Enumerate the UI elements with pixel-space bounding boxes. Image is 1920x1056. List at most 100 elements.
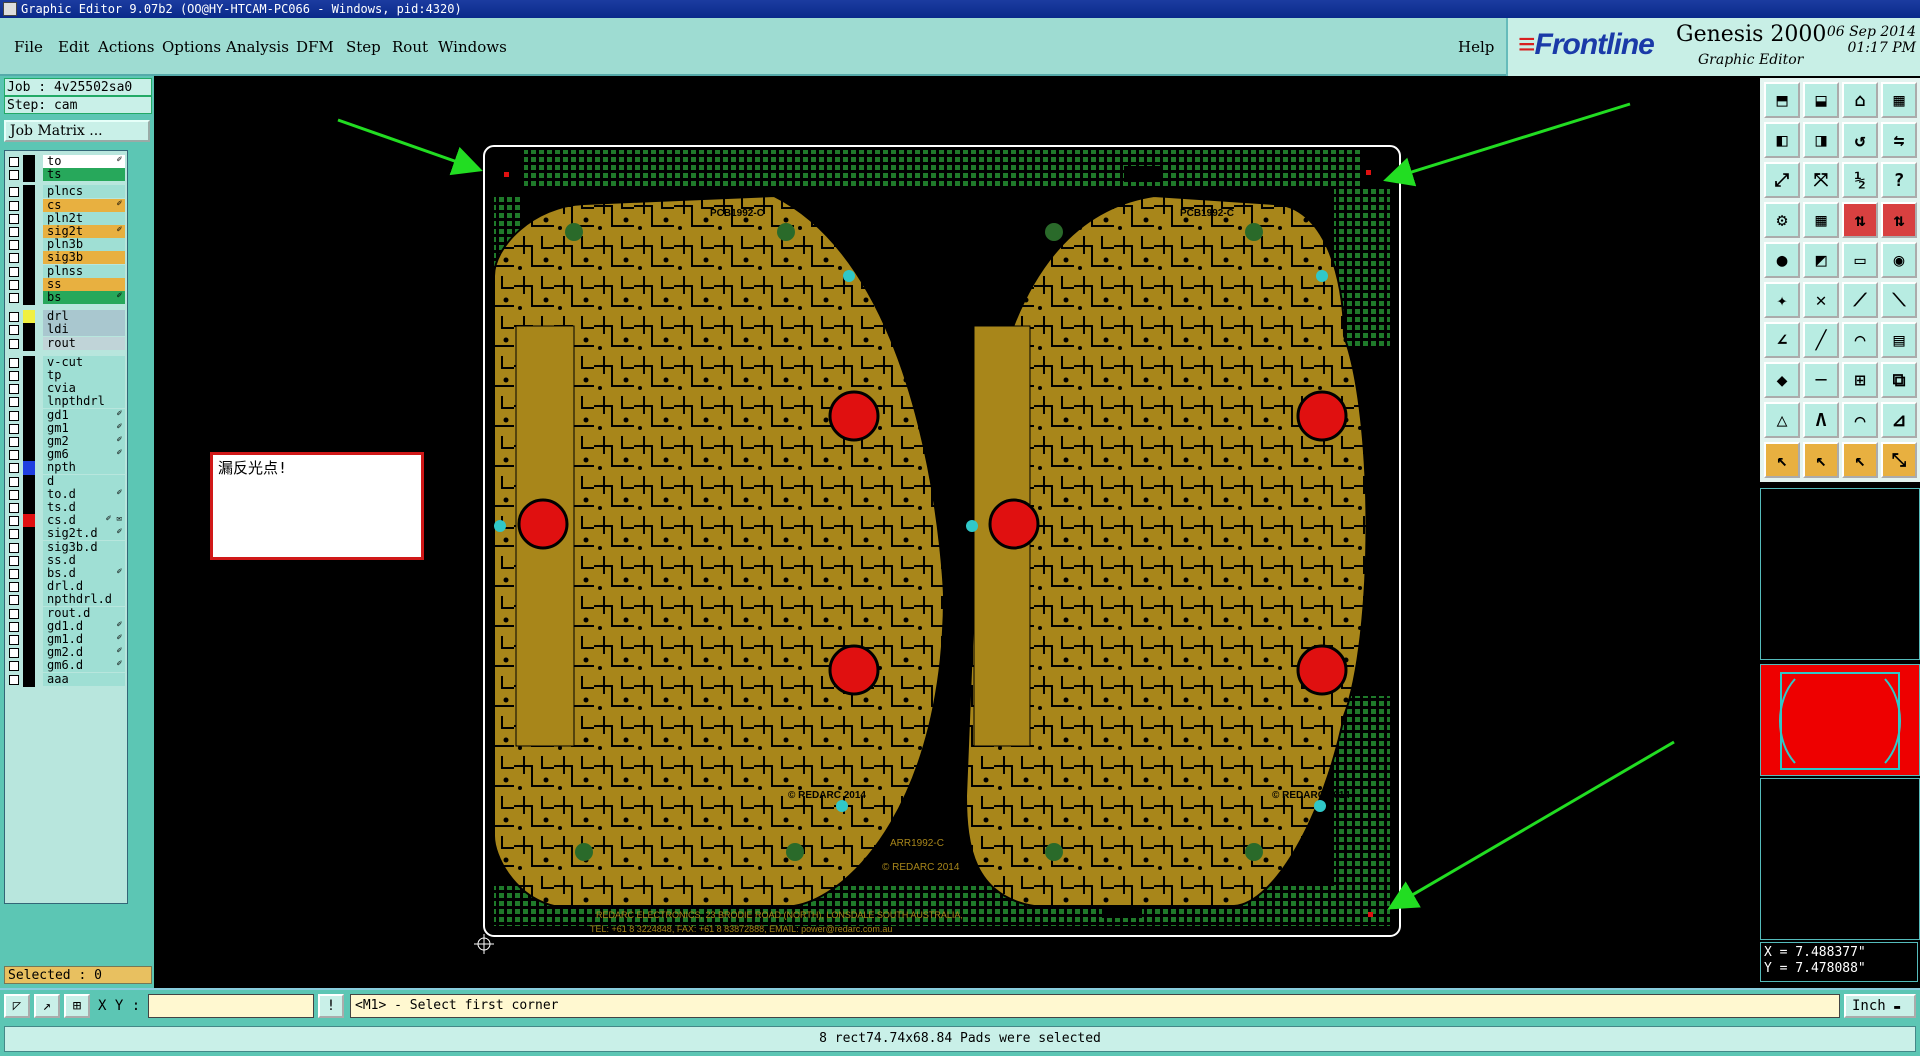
layer-color-swatch[interactable] [23, 369, 35, 383]
open-job-icon[interactable]: ⬒ [1764, 82, 1800, 118]
layer-row[interactable]: aaa [7, 672, 125, 687]
layer-color-swatch[interactable] [23, 382, 35, 397]
feature-icon[interactable]: ⚙ [1764, 202, 1800, 238]
layer-row[interactable]: ts [7, 168, 125, 183]
layer-color-swatch[interactable] [23, 277, 35, 292]
grid-icon[interactable]: ⊞ [64, 994, 90, 1018]
zoom-fit-icon[interactable]: ⤢ [1764, 162, 1800, 198]
menu-step[interactable]: Step [346, 38, 381, 56]
layer-row[interactable]: plncs [7, 185, 125, 200]
layer-name[interactable]: sig2t.d [43, 527, 125, 541]
rotate-icon[interactable]: ↺ [1842, 122, 1878, 158]
layer-name[interactable]: gm6.d [43, 659, 125, 673]
layer-checkbox[interactable] [9, 555, 19, 566]
window-layout-icon[interactable]: ▦ [1881, 82, 1917, 118]
array-icon[interactable]: ⊞ [1842, 362, 1878, 398]
layer-name[interactable]: sig3b.d [43, 540, 125, 554]
layer-checkbox[interactable] [9, 516, 19, 527]
layer-checkbox[interactable] [9, 187, 19, 198]
layer-color-swatch[interactable] [23, 251, 35, 266]
menu-windows[interactable]: Windows [438, 38, 507, 56]
layer-name[interactable]: ts.d [43, 501, 125, 514]
layer-color-swatch[interactable] [23, 633, 35, 647]
unit-select[interactable]: Inch ▬ [1844, 994, 1916, 1018]
layer-color-swatch[interactable] [23, 672, 35, 687]
menu-edit[interactable]: Edit [58, 38, 89, 56]
home-icon[interactable]: ⌂ [1842, 82, 1878, 118]
layer-checkbox[interactable] [9, 371, 19, 381]
layer-color-swatch[interactable] [23, 646, 35, 661]
layer-checkbox[interactable] [9, 529, 19, 540]
layer-color-swatch[interactable] [23, 593, 35, 608]
layer-down-icon[interactable]: ⇅ [1881, 202, 1917, 238]
layer-color-swatch[interactable] [23, 619, 35, 634]
layer-name[interactable]: cs [43, 198, 125, 212]
layer-color-swatch[interactable] [23, 606, 35, 621]
layer-checkbox[interactable] [9, 595, 19, 606]
layer-name[interactable]: gm1.d [43, 633, 125, 646]
menu-actions[interactable]: Actions [98, 38, 154, 56]
layer-row[interactable]: rout [7, 336, 125, 351]
layer-color-swatch[interactable] [23, 310, 35, 325]
pad-icon[interactable]: ◩ [1803, 242, 1839, 278]
line-node-icon[interactable]: ⟋ [1842, 282, 1878, 318]
layer-color-swatch[interactable] [23, 211, 35, 226]
layer-name[interactable]: bs [43, 291, 125, 304]
layer-row[interactable]: to ✐ [7, 155, 125, 169]
layer-name[interactable]: rout.d [43, 606, 125, 620]
menu-rout[interactable]: Rout [392, 38, 428, 56]
corner-icon[interactable]: ⊿ [1881, 402, 1917, 438]
layer-name[interactable]: to [43, 155, 125, 168]
layer-row[interactable]: v-cut [7, 355, 125, 370]
layer-name[interactable]: npthdrl.d [43, 593, 125, 607]
scale-icon[interactable]: ½ [1842, 162, 1878, 198]
layer-checkbox[interactable] [9, 384, 19, 395]
layer-name[interactable]: gd1.d [43, 619, 125, 633]
layer-color-swatch[interactable] [23, 461, 35, 476]
layer-name[interactable]: to.d [43, 487, 125, 501]
layer-checkbox[interactable] [9, 476, 19, 487]
fill-icon[interactable]: ▤ [1881, 322, 1917, 358]
layer-color-swatch[interactable] [23, 540, 35, 555]
layer-checkbox[interactable] [9, 312, 19, 323]
layer-checkbox[interactable] [9, 463, 19, 474]
layer-checkbox[interactable] [9, 266, 19, 277]
graphic-canvas[interactable]: PCB1992-C PCB1992-C © REDARC 2014 © REDA… [154, 76, 1758, 988]
layer-color-swatch[interactable] [23, 185, 35, 200]
layer-name[interactable]: ldi [43, 323, 125, 337]
layer-name[interactable]: bs.d [43, 567, 125, 580]
cross-icon[interactable]: ✕ [1803, 282, 1839, 318]
layer-name[interactable]: sig2t [43, 225, 125, 238]
arc-icon[interactable]: ◠ [1842, 322, 1878, 358]
menu-options[interactable]: Options [162, 38, 221, 56]
layer-name[interactable]: drl [43, 310, 125, 324]
layer-color-swatch[interactable] [23, 501, 35, 515]
layer-color-swatch[interactable] [23, 487, 35, 502]
layer-color-swatch[interactable] [23, 355, 35, 370]
layer-checkbox[interactable] [9, 240, 19, 251]
layer-checkbox[interactable] [9, 293, 19, 303]
layer-name[interactable]: tp [43, 369, 125, 382]
zoom-center-icon[interactable]: ⤧ [1803, 162, 1839, 198]
layer-name[interactable]: plnss [43, 264, 125, 278]
move-icon[interactable]: ↖ [1842, 442, 1878, 478]
layer-name[interactable]: cvia [43, 382, 125, 396]
layer-name[interactable]: sig3b [43, 251, 125, 265]
layer-checkbox[interactable] [9, 450, 19, 461]
menu-dfm[interactable]: DFM [296, 38, 334, 56]
select-icon[interactable]: ↖ [1803, 442, 1839, 478]
layer-color-swatch[interactable] [23, 514, 35, 529]
layer-color-swatch[interactable] [23, 264, 35, 279]
layer-color-swatch[interactable] [23, 168, 35, 183]
layer-color-swatch[interactable] [23, 323, 35, 338]
layer-checkbox[interactable] [9, 213, 19, 224]
circle-pad-icon[interactable]: ◉ [1881, 242, 1917, 278]
layer-color-swatch[interactable] [23, 225, 35, 239]
layer-checkbox[interactable] [9, 608, 19, 619]
route-icon[interactable]: ⤡ [1881, 442, 1917, 478]
arch-icon[interactable]: ⌒ [1842, 402, 1878, 438]
measure-icon[interactable]: ▭ [1842, 242, 1878, 278]
layer-checkbox[interactable] [9, 410, 19, 421]
move-left-icon[interactable]: ◧ [1764, 122, 1800, 158]
layer-row[interactable]: ss [7, 277, 125, 292]
